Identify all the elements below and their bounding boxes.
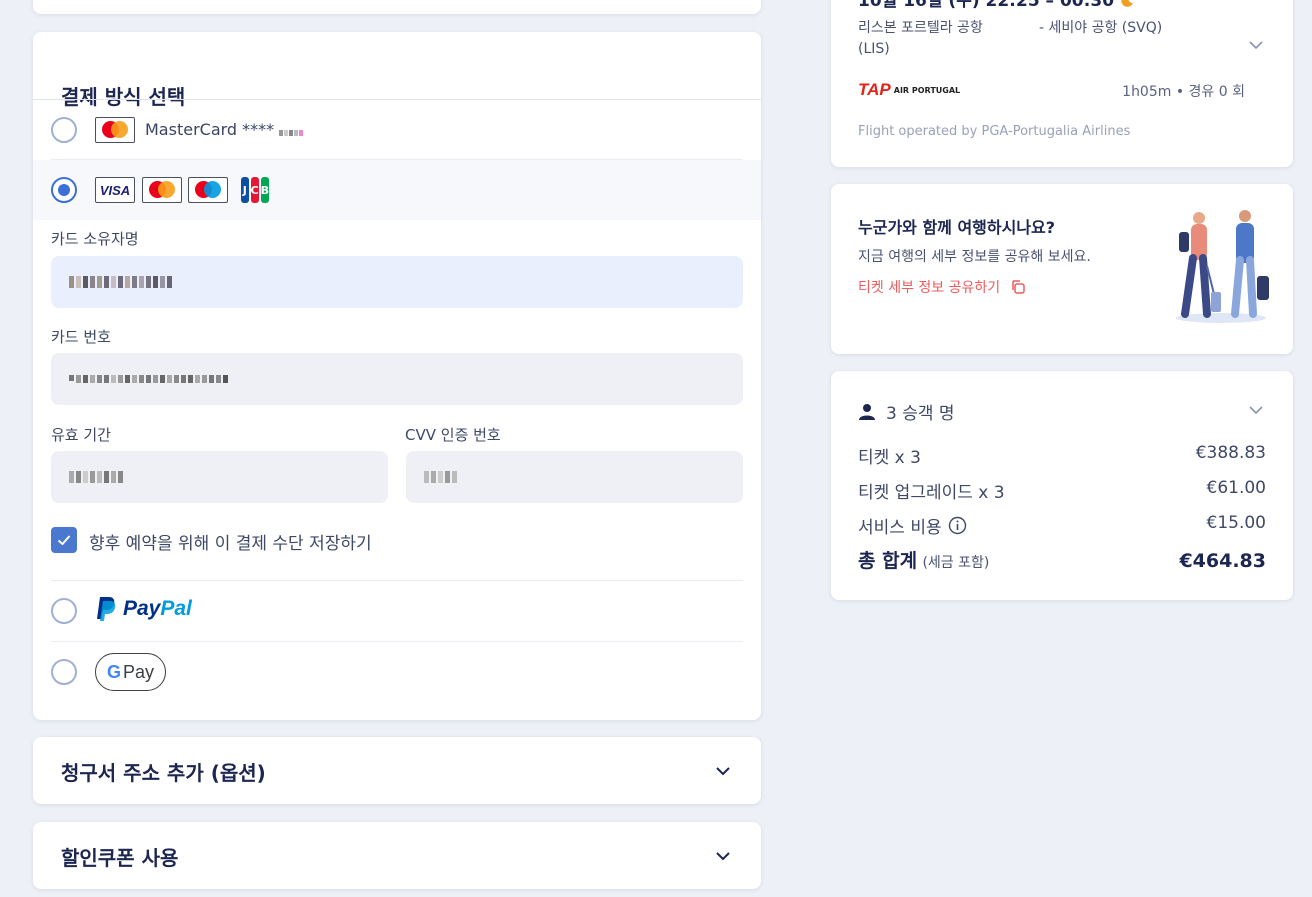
info-icon[interactable]	[948, 516, 967, 535]
airline-logo: TAP AIR PORTUGAL	[858, 80, 961, 99]
visa-icon: VISA	[95, 177, 135, 203]
option-divider	[51, 580, 743, 581]
paypal-icon	[97, 597, 116, 621]
billing-address-accordion[interactable]: 청구서 주소 추가 (옵션)	[33, 737, 761, 804]
masked-value	[69, 276, 172, 288]
flight-summary-card: 10월 16일 (수) 22:25 – 00:30 리스본 포르텔라 공항 (L…	[831, 0, 1293, 167]
price-summary-card: 3 승객 명 티켓 x 3 €388.83 티켓 업그레이드 x 3 €61.0…	[831, 371, 1293, 600]
price-row-value: €388.83	[1195, 443, 1266, 463]
masked-value	[424, 471, 457, 483]
coupon-accordion[interactable]: 할인쿠폰 사용	[33, 822, 761, 889]
chevron-down-icon	[716, 767, 730, 776]
chevron-down-icon	[716, 852, 730, 861]
saved-card-option[interactable]: MasterCard ****	[145, 120, 304, 140]
google-g-icon: G	[106, 661, 121, 682]
flight-duration: 1h05m • 경유 0 회	[1122, 84, 1245, 100]
card-holder-input[interactable]	[51, 256, 743, 308]
chevron-down-icon[interactable]	[1249, 403, 1263, 417]
new-card-radio[interactable]	[51, 177, 77, 203]
cvv-input[interactable]	[406, 451, 743, 503]
expiry-input[interactable]	[51, 451, 388, 503]
option-divider	[51, 641, 743, 642]
moon-icon	[1121, 0, 1134, 7]
passengers-count: 3 승객 명	[886, 404, 955, 424]
mastercard-icon	[142, 177, 182, 203]
masked-digits	[279, 121, 304, 140]
previous-section-card	[33, 0, 761, 14]
share-trip-card: 누군가와 함께 여행하시나요? 지금 여행의 세부 정보를 공유해 보세요. 티…	[831, 184, 1293, 354]
masked-value	[69, 471, 123, 483]
total-value: €464.83	[1179, 550, 1266, 572]
share-subtitle: 지금 여행의 세부 정보를 공유해 보세요.	[858, 249, 1091, 265]
paypal-logo[interactable]: PayPal	[95, 596, 192, 622]
google-pay-logo[interactable]: G Pay	[95, 653, 166, 691]
jcb-icon: JCB	[240, 177, 270, 203]
price-row-value: €15.00	[1206, 513, 1266, 533]
card-number-label: 카드 번호	[51, 328, 111, 346]
flight-date-time: 10월 16일 (수) 22:25 – 00:30	[858, 0, 1134, 11]
maestro-icon	[188, 177, 228, 203]
price-row-label: 서비스 비용	[858, 518, 942, 538]
price-row-label: 티켓 x 3	[858, 448, 921, 468]
mastercard-icon	[95, 117, 135, 143]
payment-method-title: 결제 방식 선택	[61, 85, 186, 109]
copy-icon	[1012, 280, 1025, 294]
save-card-label[interactable]: 향후 예약을 위해 이 결제 수단 저장하기	[89, 529, 372, 554]
save-card-checkbox[interactable]	[51, 527, 77, 553]
coupon-title: 할인쿠폰 사용	[61, 846, 179, 870]
payment-method-card: 결제 방식 선택 MasterCard **** VISA JCB 카드 소유자…	[33, 32, 761, 720]
chevron-down-icon[interactable]	[1249, 38, 1263, 52]
check-icon	[57, 535, 71, 546]
destination-airport: - 세비야 공항 (SVQ)	[1039, 20, 1163, 36]
price-row-label: 티켓 업그레이드 x 3	[858, 483, 1005, 503]
origin-code: (LIS)	[858, 41, 890, 57]
total-note: (세금 포함)	[922, 555, 990, 571]
price-row: 서비스 비용 €15.00	[858, 513, 1266, 538]
travelers-illustration	[1176, 210, 1269, 323]
passengers-toggle[interactable]: 3 승객 명	[858, 399, 955, 424]
price-row: 티켓 업그레이드 x 3 €61.00	[858, 478, 1266, 503]
cvv-label: CVV 인증 번호	[405, 426, 501, 444]
paypal-radio[interactable]	[51, 598, 77, 624]
expiry-label: 유효 기간	[51, 426, 111, 444]
share-title: 누군가와 함께 여행하시나요?	[858, 218, 1056, 237]
operated-by: Flight operated by PGA-Portugalia Airlin…	[858, 124, 1131, 139]
total-row: 총 합계 (세금 포함) €464.83	[858, 546, 1266, 573]
price-row-value: €61.00	[1206, 478, 1266, 498]
share-ticket-link[interactable]: 티켓 세부 정보 공유하기	[858, 277, 1026, 297]
total-label: 총 합계	[858, 550, 918, 572]
saved-card-radio[interactable]	[51, 117, 77, 143]
card-number-input[interactable]	[51, 353, 743, 405]
origin-airport: 리스본 포르텔라 공항	[858, 20, 983, 36]
saved-card-label: MasterCard ****	[145, 120, 275, 139]
price-row: 티켓 x 3 €388.83	[858, 443, 1266, 468]
card-holder-label: 카드 소유자명	[51, 230, 139, 248]
title-divider	[33, 99, 761, 100]
billing-address-title: 청구서 주소 추가 (옵션)	[61, 761, 266, 785]
google-pay-radio[interactable]	[51, 659, 77, 685]
masked-value	[69, 375, 228, 383]
person-icon	[859, 403, 875, 420]
